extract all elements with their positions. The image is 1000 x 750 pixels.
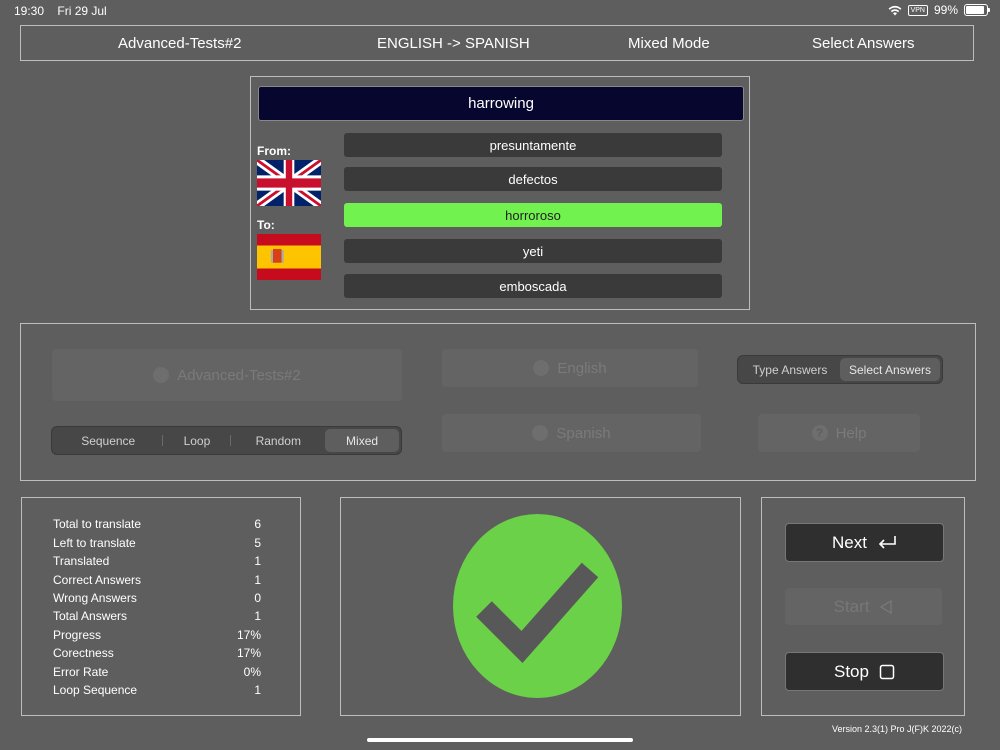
stat-label: Wrong Answers xyxy=(53,591,137,605)
stat-row: Total Answers 1 xyxy=(53,609,261,623)
answer-option[interactable]: yeti xyxy=(344,239,722,263)
help-button[interactable]: ? Help xyxy=(758,414,920,452)
answer-label: emboscada xyxy=(499,278,567,294)
segment-select-answers[interactable]: Select Answers xyxy=(840,358,940,381)
answer-option-selected[interactable]: horroroso xyxy=(344,203,722,227)
stop-label: Stop xyxy=(834,661,869,681)
segment-mixed[interactable]: Mixed xyxy=(325,429,399,452)
answer-mode-segmented: Type Answers Select Answers xyxy=(737,355,943,384)
language-icon xyxy=(533,360,550,376)
checkmark-icon xyxy=(453,514,622,698)
stat-value: 1 xyxy=(254,683,261,697)
segment-random[interactable]: Random xyxy=(231,429,325,452)
from-language-button[interactable]: English xyxy=(442,349,698,387)
stat-value: 0% xyxy=(243,665,261,679)
stat-value: 5 xyxy=(254,536,261,550)
test-select-button[interactable]: Advanced-Tests#2 xyxy=(52,349,402,401)
stat-row: Wrong Answers 0 xyxy=(53,591,261,605)
stat-row: Error Rate 0% xyxy=(53,665,261,679)
stat-label: Progress xyxy=(53,628,102,642)
stat-label: Translated xyxy=(53,554,110,568)
header-bar: Advanced-Tests#2 ENGLISH -> SPANISH Mixe… xyxy=(20,25,974,61)
vpn-badge: VPN xyxy=(907,4,928,16)
play-back-icon xyxy=(880,599,893,614)
stat-label: Total to translate xyxy=(53,517,142,531)
answer-option[interactable]: defectos xyxy=(344,167,722,191)
stat-row: Corectness 17% xyxy=(53,646,261,660)
next-button[interactable]: Next xyxy=(785,523,944,562)
answer-label: defectos xyxy=(508,171,558,187)
stat-value: 6 xyxy=(254,517,261,531)
stat-row: Correct Answers 1 xyxy=(53,573,261,587)
from-label: From: xyxy=(257,144,291,158)
segment-type-answers[interactable]: Type Answers xyxy=(740,358,840,381)
answer-option[interactable]: presuntamente xyxy=(344,133,722,157)
stat-row: Translated 1 xyxy=(53,554,261,568)
stat-label: Correct Answers xyxy=(53,573,142,587)
return-icon xyxy=(878,535,896,549)
to-label: To: xyxy=(257,218,275,232)
status-date: Fri 29 Jul xyxy=(57,4,107,18)
stats-panel: Total to translate 6 Left to translate 5 T… xyxy=(21,497,301,716)
header-test-name: Advanced-Tests#2 xyxy=(118,35,242,52)
uk-flag-icon xyxy=(257,160,321,206)
status-time: 19:30 xyxy=(14,4,45,18)
stat-row: Loop Sequence 1 xyxy=(53,683,261,697)
status-bar-right: VPN 99% xyxy=(888,3,990,17)
answer-label: horroroso xyxy=(505,207,561,223)
answer-label: presuntamente xyxy=(489,137,577,153)
answer-option[interactable]: emboscada xyxy=(344,274,722,298)
help-label: Help xyxy=(835,424,867,442)
result-panel xyxy=(340,497,741,716)
to-language-label: Spanish xyxy=(556,424,611,442)
stat-row: Total to translate 6 xyxy=(53,517,261,531)
segment-loop[interactable]: Loop xyxy=(163,429,230,452)
status-bar-left: 19:30 Fri 29 Jul xyxy=(14,4,117,18)
start-button[interactable]: Start xyxy=(785,588,942,625)
from-language-label: English xyxy=(557,359,607,377)
settings-panel: Advanced-Tests#2 English Spanish ? Help … xyxy=(20,323,976,481)
to-language-button[interactable]: Spanish xyxy=(442,414,701,452)
header-mode: Mixed Mode xyxy=(628,35,710,52)
stat-label: Corectness xyxy=(53,646,114,660)
stop-button[interactable]: Stop xyxy=(785,652,944,691)
next-label: Next xyxy=(832,532,867,552)
stat-row: Left to translate 5 xyxy=(53,536,261,550)
stat-value: 17% xyxy=(236,628,261,642)
home-indicator[interactable] xyxy=(367,738,633,742)
stop-square-icon xyxy=(879,664,895,679)
wifi-icon xyxy=(888,5,901,15)
segment-sequence[interactable]: Sequence xyxy=(54,429,162,452)
header-answer-mode: Select Answers xyxy=(812,35,915,52)
answer-label: yeti xyxy=(522,243,544,259)
stat-row: Progress 17% xyxy=(53,628,261,642)
help-icon: ? xyxy=(811,425,828,441)
stat-value: 1 xyxy=(254,554,261,568)
battery-percent: 99% xyxy=(933,3,958,17)
stat-value: 1 xyxy=(254,609,261,623)
question-panel: harrowing From: To: presuntamente defect… xyxy=(250,76,750,310)
stat-label: Loop Sequence xyxy=(53,683,138,697)
stat-value: 0 xyxy=(254,591,261,605)
stat-value: 17% xyxy=(236,646,261,660)
test-select-label: Advanced-Tests#2 xyxy=(177,366,301,384)
order-mode-segmented: Sequence Loop Random Mixed xyxy=(51,426,402,455)
stat-label: Left to translate xyxy=(53,536,136,550)
stat-value: 1 xyxy=(254,573,261,587)
header-direction: ENGLISH -> SPANISH xyxy=(377,35,530,52)
question-word: harrowing xyxy=(258,86,744,121)
spain-flag-icon xyxy=(257,234,321,280)
stat-label: Error Rate xyxy=(53,665,109,679)
battery-level xyxy=(966,6,984,14)
stat-label: Total Answers xyxy=(53,609,128,623)
test-icon xyxy=(153,367,170,383)
controls-panel: Next Start Stop xyxy=(761,497,965,716)
start-label: Start xyxy=(833,596,870,616)
battery-icon xyxy=(964,4,990,16)
language-icon xyxy=(532,425,549,441)
version-label: Version 2.3(1) Pro J(F)K 2022(c) xyxy=(831,724,962,734)
